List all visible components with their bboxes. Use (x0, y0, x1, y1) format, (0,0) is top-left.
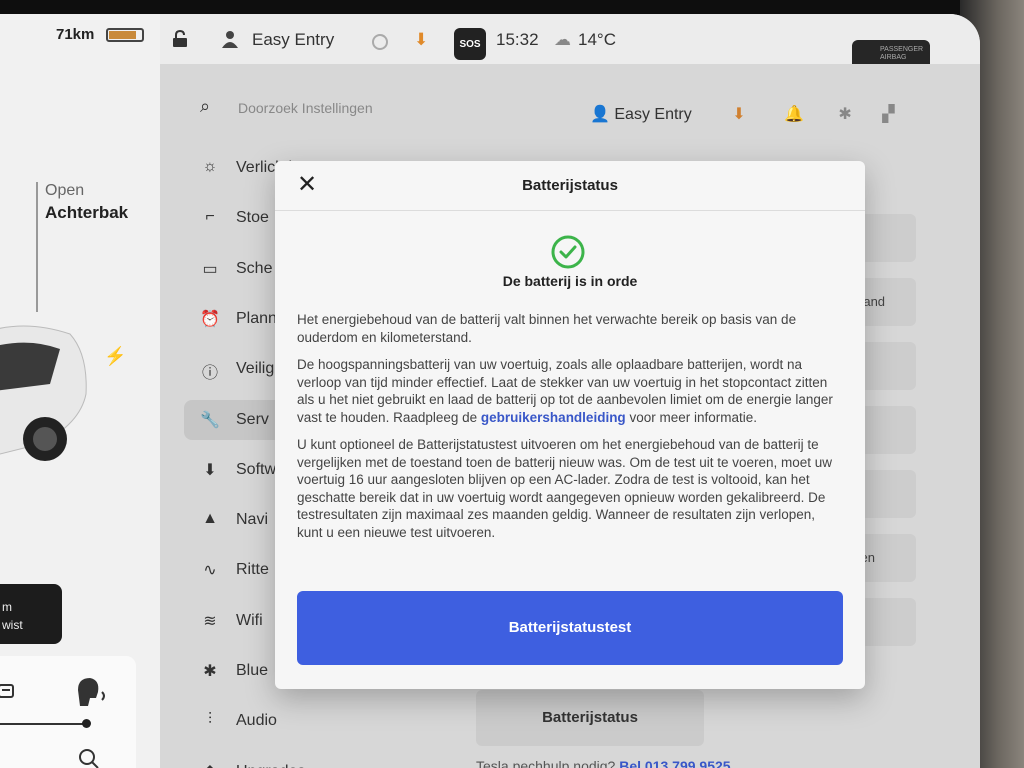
download-icon[interactable]: ⬇ (414, 30, 428, 50)
wrench-icon: 🔧 (200, 411, 220, 429)
search-icon: ⌕ (200, 96, 211, 116)
battery-health-status: De batterij is in orde (502, 273, 638, 289)
roadside-help: Tesla pechhulp nodig? Bel 013 799 9525 (476, 758, 731, 768)
signal-icon: ▞ (882, 106, 895, 123)
settings-menu-label: Ritte (236, 561, 269, 579)
charge-port-icon[interactable]: ⚡ (104, 346, 126, 367)
profile-name[interactable]: Easy Entry (252, 30, 334, 50)
weather-icon: ☁ (554, 30, 571, 49)
card-line-2: wist (2, 618, 23, 632)
owners-manual-link[interactable]: gebruikershandleiding (481, 410, 626, 425)
bell-icon[interactable]: 🔔 (784, 106, 804, 123)
settings-profile-name: Easy Entry (614, 106, 692, 123)
dialog-title: Batterijstatus (522, 177, 618, 194)
dialog-header: ✕ Batterijstatus (275, 161, 865, 211)
settings-menu-label: Upgrades (236, 763, 305, 768)
settings-menu-label: Audio (236, 712, 277, 730)
settings-menu-label: Serv (236, 410, 269, 428)
volume-slider-thumb[interactable] (82, 719, 91, 728)
battery-test-button[interactable]: Batterijstatustest (297, 591, 843, 665)
sentry-icon[interactable] (372, 34, 388, 50)
settings-menu-label: Blue (236, 662, 269, 679)
settings-header-profile[interactable]: 👤 Easy Entry ⬇ 🔔 ✱ ▞ (590, 104, 895, 124)
settings-menu-label: Softw (236, 460, 277, 478)
settings-menu-label: Plann (236, 309, 277, 327)
download-icon: ⬇ (203, 461, 217, 479)
status-bar: Easy Entry ⬇ SOS 15:32 ☁ 14°C PASSENGER … (160, 14, 980, 70)
clock: 15:32 (496, 30, 539, 49)
settings-menu-label: Veilig (236, 360, 275, 378)
voice-command-icon[interactable] (74, 676, 110, 708)
card-line-1: m (2, 600, 12, 614)
settings-menu-label: Sche (236, 259, 273, 277)
audio-sliders-icon: ⫶ (207, 711, 212, 729)
paragraph-1: Het energiebehoud van de batterij valt b… (297, 312, 797, 345)
download-icon[interactable]: ⬇ (732, 106, 745, 123)
media-card (0, 656, 136, 768)
profile-icon[interactable] (222, 30, 238, 48)
search-icon[interactable] (78, 748, 100, 768)
sos-button[interactable]: SOS (454, 28, 486, 60)
roadside-help-phone-link[interactable]: Bel 013 799 9525 (619, 758, 730, 768)
navigation-icon: ▲ (202, 510, 218, 528)
settings-menu-item[interactable]: ⫶ Audio (184, 701, 484, 741)
car-icon (0, 325, 87, 461)
profile-icon: 👤 (590, 106, 610, 123)
check-circle-icon (551, 235, 585, 269)
battery-fill (109, 31, 136, 39)
display-icon: ▭ (202, 260, 218, 278)
paragraph-2-end: voor meer informatie. (629, 409, 757, 425)
quick-control-card[interactable]: m wist (0, 584, 62, 644)
settings-menu-item[interactable]: ⬆ Upgrades (184, 752, 484, 768)
screen-photo: 71km Open Achterbak ⚡ m wist Easy Entry … (0, 0, 1024, 768)
light-icon: ☼ (202, 158, 218, 175)
settings-menu-label: Stoe (236, 209, 269, 227)
wifi-icon: ≋ (203, 612, 217, 630)
safety-icon: ⓘ (201, 365, 218, 383)
bluetooth-icon: ✱ (203, 663, 217, 680)
trunk-callout-line (36, 182, 38, 312)
seat-icon: ⌐ (205, 208, 215, 226)
paragraph-3: U kunt optioneel de Batterijstatustest u… (297, 437, 833, 540)
battery-status-dialog: ✕ Batterijstatus De batterij is in orde … (275, 161, 865, 689)
volume-slider-track[interactable] (0, 723, 88, 725)
roadside-help-text: Tesla pechhulp nodig? (476, 758, 616, 768)
upgrades-icon: ⬆ (200, 762, 220, 768)
bluetooth-icon[interactable]: ✱ (838, 106, 851, 123)
battery-status-button[interactable]: Batterijstatus (476, 690, 704, 746)
trunk-button[interactable]: Achterbak (45, 203, 128, 223)
car-panel: 71km Open Achterbak ⚡ m wist (0, 14, 160, 768)
alarm-clock-icon: ⏰ (200, 310, 220, 328)
search-placeholder: Doorzoek Instellingen (238, 100, 373, 116)
dialog-body: Het energiebehoud van de batterij valt b… (297, 311, 837, 551)
dashcam-icon[interactable] (0, 682, 16, 700)
temperature: 14°C (578, 30, 616, 49)
battery-icon (106, 28, 144, 42)
trips-icon: ∿ (203, 562, 217, 580)
unlock-icon[interactable] (172, 30, 188, 48)
paragraph-2: De hoogspanningsbatterij van uw voertuig… (297, 356, 837, 426)
settings-menu-label: Wifi (236, 611, 263, 629)
settings-menu-label: Navi (236, 511, 269, 529)
trunk-open-label[interactable]: Open (45, 182, 84, 200)
range-readout: 71km (56, 26, 95, 43)
